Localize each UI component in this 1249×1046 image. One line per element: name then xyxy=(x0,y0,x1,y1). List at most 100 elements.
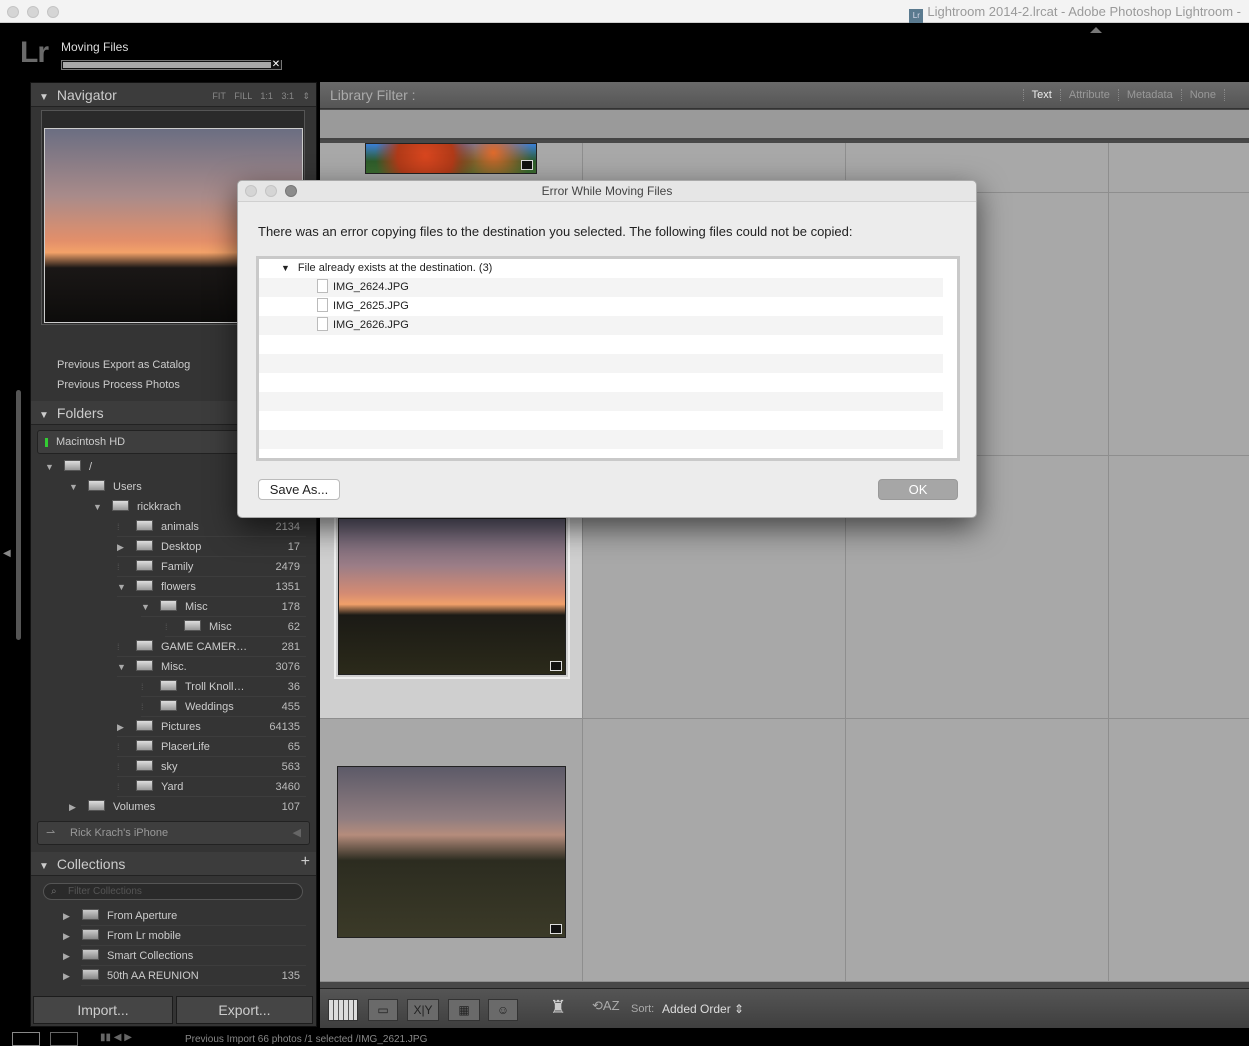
disclosure-icon[interactable]: ⁞ xyxy=(117,637,129,657)
minimize-window-button[interactable] xyxy=(27,6,39,18)
save-as-button[interactable]: Save As... xyxy=(258,479,340,500)
folder-row[interactable]: ▶ Desktop 17 xyxy=(31,537,316,557)
add-collection-icon[interactable]: + xyxy=(301,853,310,871)
collections-header[interactable]: ▼ Collections + xyxy=(31,852,316,876)
disclosure-icon[interactable]: ▼ xyxy=(45,457,57,477)
main-window-icon[interactable] xyxy=(12,1032,40,1046)
import-button[interactable]: Import... xyxy=(33,996,173,1024)
list-row[interactable]: IMG_2626.JPG xyxy=(259,316,943,335)
drive-iphone[interactable]: ⇀ Rick Krach's iPhone ◀ xyxy=(37,821,310,845)
folder-count: 3460 xyxy=(275,781,300,793)
left-panel-toggle-icon[interactable]: ◀ xyxy=(3,548,11,559)
folder-row[interactable]: ▼ Misc. 3076 xyxy=(31,657,316,677)
folder-row[interactable]: ▼ Misc 178 xyxy=(31,597,316,617)
grid-view-icon[interactable] xyxy=(328,999,358,1021)
metadata-badge-icon[interactable] xyxy=(521,160,533,170)
photo-thumbnail[interactable] xyxy=(337,766,566,938)
triangle-down-icon: ▼ xyxy=(39,861,49,872)
folder-row[interactable]: ⁞ Weddings 455 xyxy=(31,697,316,717)
list-row[interactable] xyxy=(259,392,943,411)
list-row[interactable] xyxy=(259,411,943,430)
loupe-view-icon[interactable]: ▭ xyxy=(368,999,398,1021)
list-row[interactable]: IMG_2624.JPG xyxy=(259,278,943,297)
folder-row[interactable]: ⁞ animals 2134 xyxy=(31,517,316,537)
disclosure-icon[interactable]: ⁞ xyxy=(117,557,129,577)
list-row[interactable] xyxy=(259,335,943,354)
list-row[interactable] xyxy=(259,354,943,373)
painter-spray-icon[interactable]: ♜ xyxy=(550,997,566,1018)
sort-direction-icon[interactable]: ⟲AZ xyxy=(592,998,620,1014)
folder-row[interactable]: ▼ flowers 1351 xyxy=(31,577,316,597)
export-button[interactable]: Export... xyxy=(176,996,313,1024)
close-window-button[interactable] xyxy=(7,6,19,18)
photo-thumbnail[interactable] xyxy=(365,143,537,174)
disclosure-icon[interactable]: ⁞ xyxy=(117,517,129,537)
metadata-badge-icon[interactable] xyxy=(550,924,562,934)
folder-row[interactable]: ▶ Pictures 64135 xyxy=(31,717,316,737)
triangle-right-icon[interactable]: ▶ xyxy=(63,926,75,946)
filter-collections-input[interactable]: ⌕ Filter Collections xyxy=(43,883,303,900)
filter-text[interactable]: Text xyxy=(1022,89,1060,101)
sort-select[interactable]: Added Order ⇕ xyxy=(662,1002,744,1016)
left-panel-scrollbar[interactable] xyxy=(16,390,21,640)
disclosure-icon[interactable]: ⁞ xyxy=(117,777,129,797)
folder-row[interactable]: ⁞ Yard 3460 xyxy=(31,777,316,797)
folder-row[interactable]: ⁞ Troll Knoll… 36 xyxy=(31,677,316,697)
list-row[interactable] xyxy=(259,373,943,392)
list-row[interactable] xyxy=(259,430,943,449)
photo-thumbnail[interactable] xyxy=(334,514,570,679)
grid-cell[interactable] xyxy=(1109,193,1249,456)
zoom-window-button[interactable] xyxy=(47,6,59,18)
folder-row[interactable]: ⁞ Family 2479 xyxy=(31,557,316,577)
second-window-icon[interactable] xyxy=(50,1032,78,1046)
folder-row[interactable]: ⁞ GAME CAMER… 281 xyxy=(31,637,316,657)
filter-none[interactable]: None xyxy=(1180,89,1225,101)
folder-row[interactable]: ▶ Volumes 107 xyxy=(31,797,316,817)
folder-row[interactable]: ⁞ PlacerLife 65 xyxy=(31,737,316,757)
disclosure-icon[interactable]: ▶ xyxy=(117,717,129,737)
disclosure-icon[interactable]: ▶ xyxy=(69,797,81,817)
grid-cell[interactable] xyxy=(1109,143,1249,193)
collection-set-row[interactable]: ▶ Smart Collections xyxy=(31,946,316,966)
folder-row[interactable]: ⁞ sky 563 xyxy=(31,757,316,777)
list-row[interactable]: ▼ File already exists at the destination.… xyxy=(259,259,943,278)
grid-icon[interactable]: ▮▮ ◀ ▶ xyxy=(100,1032,132,1043)
disclosure-icon[interactable]: ⁞ xyxy=(141,697,153,717)
error-file-list[interactable]: ▼ File already exists at the destination.… xyxy=(256,256,960,461)
disclosure-icon[interactable]: ⁞ xyxy=(117,757,129,777)
triangle-right-icon[interactable]: ▶ xyxy=(63,946,75,966)
disclosure-icon[interactable]: ▶ xyxy=(117,537,129,557)
list-row[interactable]: IMG_2625.JPG xyxy=(259,297,943,316)
folder-row[interactable]: ⁞ Misc 62 xyxy=(31,617,316,637)
disclosure-icon[interactable]: ⁞ xyxy=(141,677,153,697)
navigator-zoom-options[interactable]: FIT FILL 1:1 3:1 ⇕ xyxy=(212,91,310,102)
people-view-icon[interactable]: ☺ xyxy=(488,999,518,1021)
triangle-down-icon[interactable]: ▼ xyxy=(281,263,290,273)
survey-view-icon[interactable]: ▦ xyxy=(448,999,480,1021)
dialog-zoom-button[interactable] xyxy=(285,185,297,197)
ok-button[interactable]: OK xyxy=(878,479,958,500)
navigator-header[interactable]: ▼ Navigator FIT FILL 1:1 3:1 ⇕ xyxy=(31,83,316,107)
filter-metadata[interactable]: Metadata xyxy=(1117,89,1181,101)
disclosure-icon[interactable]: ▼ xyxy=(141,597,153,617)
compare-view-icon[interactable]: X|Y xyxy=(407,999,439,1021)
disclosure-icon[interactable]: ▼ xyxy=(117,577,129,597)
disclosure-icon[interactable]: ▼ xyxy=(117,657,129,677)
disclosure-icon[interactable]: ⁞ xyxy=(165,617,177,637)
triangle-right-icon[interactable]: ▶ xyxy=(63,906,75,926)
grid-cell[interactable] xyxy=(846,719,1109,982)
metadata-badge-icon[interactable] xyxy=(550,661,562,671)
collection-set-row[interactable]: ▶ 50th AA REUNION 135 xyxy=(31,966,316,986)
grid-cell[interactable] xyxy=(1109,719,1249,982)
grid-cell[interactable] xyxy=(583,719,846,982)
collapse-top-panel-icon[interactable] xyxy=(1090,27,1102,33)
filter-attribute[interactable]: Attribute xyxy=(1059,89,1118,101)
collection-set-row[interactable]: ▶ From Aperture xyxy=(31,906,316,926)
grid-cell[interactable] xyxy=(1109,456,1249,719)
disclosure-icon[interactable]: ⁞ xyxy=(117,737,129,757)
disclosure-icon[interactable]: ▼ xyxy=(93,497,105,517)
close-icon[interactable]: ✕ xyxy=(271,60,281,70)
disclosure-icon[interactable]: ▼ xyxy=(69,477,81,497)
triangle-right-icon[interactable]: ▶ xyxy=(63,966,75,986)
collection-set-row[interactable]: ▶ From Lr mobile xyxy=(31,926,316,946)
